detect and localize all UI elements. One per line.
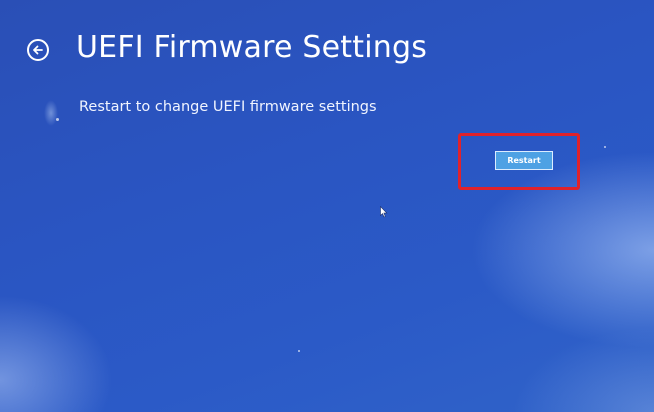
uefi-settings-screen: UEFI Firmware Settings Restart to change… xyxy=(0,0,654,412)
back-button[interactable] xyxy=(27,39,49,61)
screen-speck xyxy=(298,350,300,352)
screen-speck xyxy=(604,146,606,148)
screen-glare xyxy=(44,100,58,126)
back-arrow-icon xyxy=(33,45,43,55)
page-title: UEFI Firmware Settings xyxy=(76,30,428,65)
restart-button[interactable]: Restart xyxy=(495,151,553,170)
page-description: Restart to change UEFI firmware settings xyxy=(79,99,377,115)
mouse-pointer-icon xyxy=(380,206,388,218)
restart-button-label: Restart xyxy=(507,156,541,165)
screen-speck xyxy=(56,118,59,121)
